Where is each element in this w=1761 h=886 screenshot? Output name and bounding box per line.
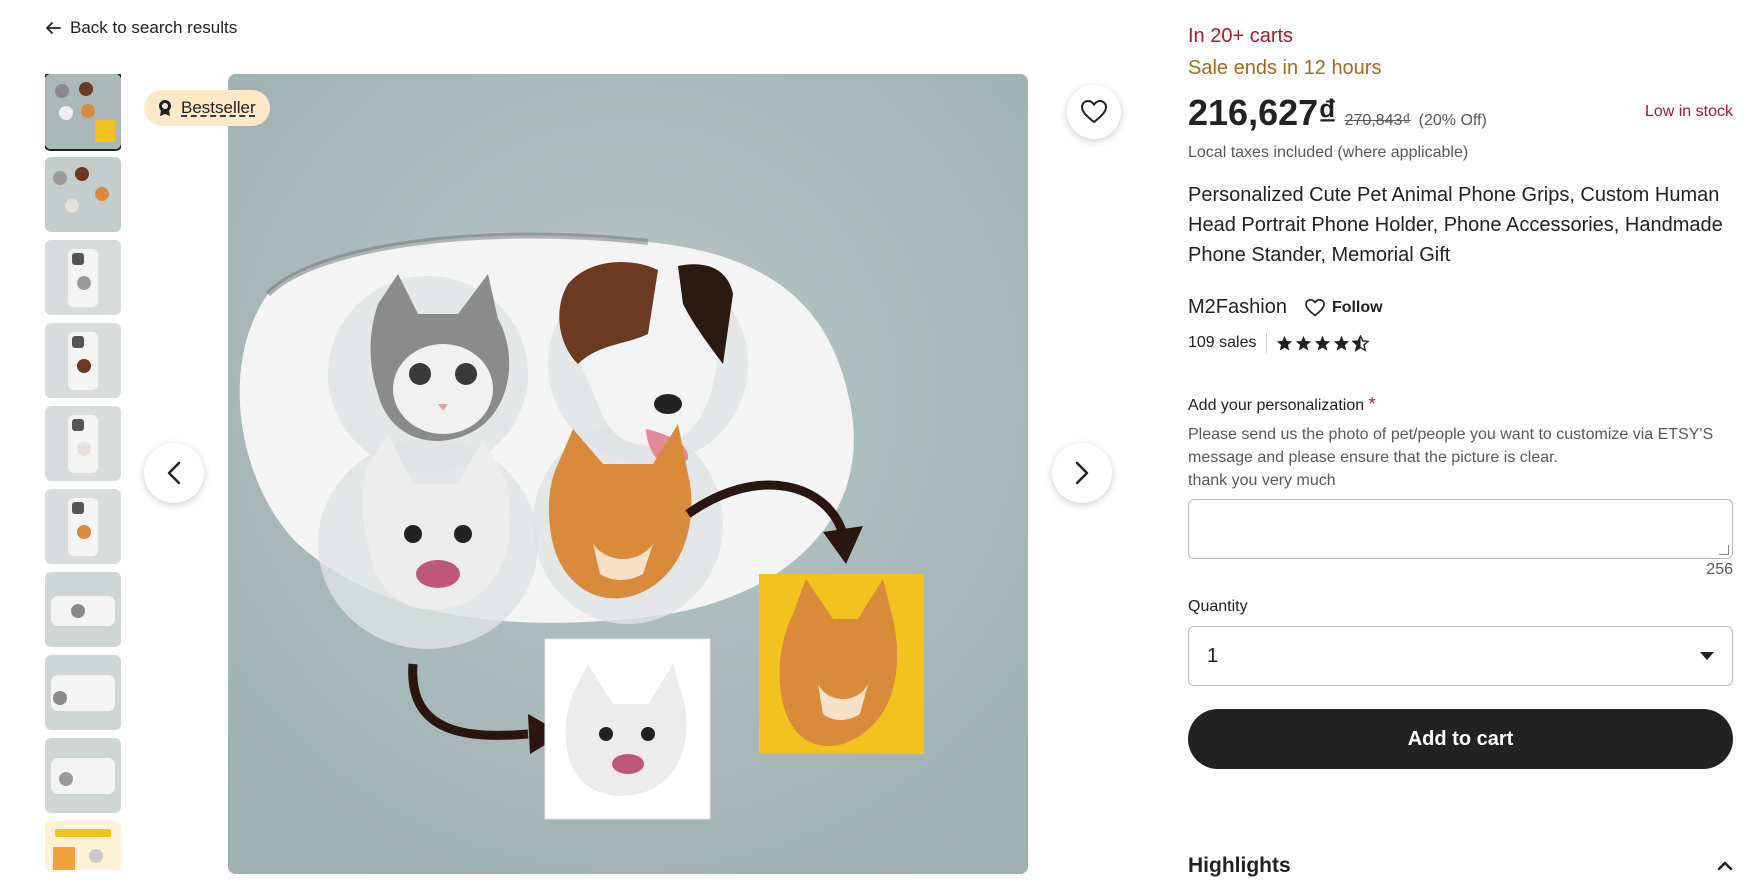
shop-row: M2Fashion Follow [1188, 296, 1383, 319]
thumbnail-7[interactable] [45, 572, 121, 647]
heart-outline-icon [1305, 298, 1325, 317]
star-rating[interactable] [1276, 334, 1369, 352]
thumbnail-5[interactable] [45, 406, 121, 481]
main-product-image[interactable] [228, 74, 1028, 874]
thumbnail-1[interactable] [45, 74, 121, 151]
arrow-left-icon [46, 22, 61, 34]
previous-image-button[interactable] [144, 443, 204, 503]
thumbnail-4[interactable] [45, 323, 121, 398]
instructions-line-1: Please send us the photo of pet/people y… [1188, 426, 1714, 466]
star-icon [1276, 335, 1292, 350]
star-icon [1333, 335, 1349, 350]
listing-title: Personalized Cute Pet Animal Phone Grips… [1188, 184, 1723, 266]
star-icon [1295, 335, 1311, 350]
star-half-icon [1351, 334, 1369, 352]
thumbnail-6[interactable] [45, 489, 121, 564]
required-mark: * [1368, 394, 1376, 414]
thumbnail-9[interactable] [45, 738, 121, 813]
award-icon [159, 100, 171, 116]
bestseller-label: Bestseller [181, 98, 256, 117]
bestseller-badge[interactable]: Bestseller [144, 90, 270, 126]
heart-icon [1081, 100, 1107, 124]
thumbnail-3[interactable] [45, 240, 121, 315]
quantity-label: Quantity [1188, 598, 1248, 615]
favorite-button[interactable] [1067, 85, 1121, 139]
discount-label: (20% Off) [1418, 112, 1487, 129]
back-link-label: Back to search results [70, 18, 238, 37]
thumbnail-2[interactable] [45, 157, 121, 232]
highlights-section-toggle[interactable]: Highlights [1188, 854, 1733, 878]
highlights-heading: Highlights [1188, 854, 1291, 877]
thumbnail-10[interactable] [45, 821, 121, 870]
thumbnail-8[interactable] [45, 655, 121, 730]
current-price: 216,627₫ [1188, 92, 1337, 133]
stock-status: Low in stock [1644, 103, 1733, 120]
price-row: 216,627₫ 270,843₫ (20% Off) [1188, 92, 1487, 134]
personalization-textarea[interactable] [1188, 499, 1733, 559]
next-image-button[interactable] [1052, 443, 1112, 503]
chevron-right-icon [1075, 461, 1089, 485]
follow-label: Follow [1331, 298, 1383, 316]
follow-shop-button[interactable]: Follow [1305, 298, 1383, 317]
caret-down-icon [1700, 652, 1714, 660]
chevron-left-icon [167, 461, 181, 485]
personalization-instructions: Please send us the photo of pet/people y… [1188, 423, 1733, 492]
original-price: 270,843₫ [1344, 112, 1411, 129]
sales-row: 109 sales [1188, 333, 1369, 353]
add-to-cart-button[interactable]: Add to cart [1188, 709, 1733, 769]
personalization-label-text: Add your personalization [1188, 397, 1365, 414]
taxes-note: Local taxes included (where applicable) [1188, 144, 1469, 161]
product-photo-illustration [228, 74, 1028, 874]
quantity-value: 1 [1207, 644, 1219, 667]
cart-count-notice: In 20+ carts [1188, 25, 1294, 47]
sale-countdown: Sale ends in 12 hours [1188, 57, 1382, 79]
shop-name-link[interactable]: M2Fashion [1188, 296, 1287, 319]
divider [1265, 333, 1267, 353]
quantity-select[interactable]: 1 [1188, 626, 1733, 686]
back-to-search-link[interactable]: Back to search results [45, 18, 237, 38]
instructions-line-2: thank you very much [1188, 472, 1336, 489]
thumbnail-strip [45, 74, 121, 870]
resize-handle-icon[interactable] [1719, 545, 1729, 555]
character-limit: 256 [1706, 561, 1733, 578]
sales-count: 109 sales [1188, 334, 1257, 351]
personalization-label: Add your personalization * [1188, 394, 1376, 415]
star-icon [1314, 335, 1330, 350]
chevron-up-icon [1717, 861, 1733, 871]
